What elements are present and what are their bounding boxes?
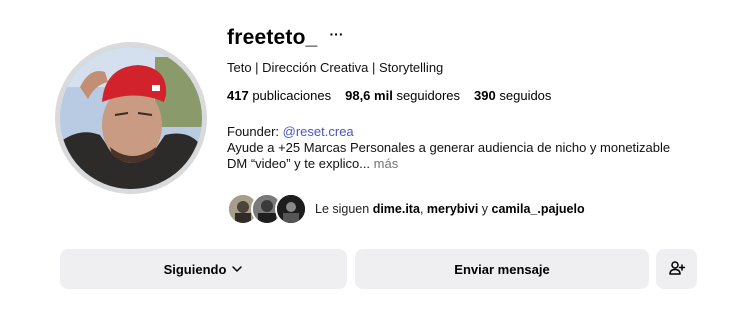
add-person-icon bbox=[668, 260, 685, 279]
followers-count: 98,6 mil bbox=[345, 88, 393, 103]
chevron-down-icon bbox=[231, 263, 243, 275]
profile-subtitle: Teto | Dirección Creativa | Storytelling bbox=[227, 60, 444, 75]
followers-label: seguidores bbox=[396, 88, 461, 103]
posts-label: publicaciones bbox=[252, 88, 332, 103]
followed-by-row[interactable]: Le siguen dime.ita, merybivi y camila_.p… bbox=[227, 193, 585, 225]
bio-line-2: Ayude a +25 Marcas Personales a generar … bbox=[227, 140, 671, 155]
send-message-button[interactable]: Enviar mensaje bbox=[355, 249, 649, 289]
posts-count: 417 bbox=[227, 88, 249, 103]
followed-by-text: Le siguen dime.ita, merybivi y camila_.p… bbox=[315, 202, 585, 216]
bio-more-link[interactable]: más bbox=[374, 156, 399, 171]
posts-stat: 417 publicaciones bbox=[227, 88, 331, 103]
bio-line-3: DM “video” y te explico... más bbox=[227, 156, 697, 172]
following-button[interactable]: Siguiendo bbox=[60, 249, 347, 289]
followed-by-avatars bbox=[227, 193, 309, 225]
send-message-button-label: Enviar mensaje bbox=[454, 261, 550, 277]
bio-line-3-text: DM “video” y te explico... bbox=[227, 156, 371, 171]
following-stat[interactable]: 390 seguidos bbox=[474, 88, 551, 103]
founder-link[interactable]: @reset.crea bbox=[283, 124, 354, 139]
followed-by-prefix: Le siguen bbox=[315, 202, 373, 216]
profile-avatar-ring[interactable] bbox=[55, 42, 207, 194]
profile-avatar[interactable] bbox=[60, 47, 202, 189]
followers-stat[interactable]: 98,6 mil seguidores bbox=[345, 88, 460, 103]
founder-label: Founder: bbox=[227, 124, 283, 139]
followed-by-user-2[interactable]: merybivi bbox=[427, 202, 478, 216]
profile-page: freeteto_ ··· Teto | Dirección Creativa … bbox=[0, 0, 731, 322]
following-button-label: Siguiendo bbox=[163, 261, 227, 277]
followed-by-user-3[interactable]: camila_.pajuelo bbox=[492, 202, 585, 216]
profile-username: freeteto_ bbox=[227, 26, 318, 49]
following-label: seguidos bbox=[499, 88, 552, 103]
profile-bio: Founder: @reset.crea Ayude a +25 Marcas … bbox=[227, 124, 697, 172]
bio-line-1: Founder: @reset.crea bbox=[227, 124, 697, 140]
following-count: 390 bbox=[474, 88, 496, 103]
followed-by-separator: y bbox=[478, 202, 492, 216]
follower-avatar bbox=[275, 193, 307, 225]
suggested-users-button[interactable] bbox=[656, 249, 697, 289]
more-options-icon[interactable]: ··· bbox=[330, 27, 344, 41]
username-row: freeteto_ ··· bbox=[227, 26, 344, 50]
followed-by-user-1[interactable]: dime.ita bbox=[373, 202, 420, 216]
followed-by-separator: , bbox=[419, 202, 427, 216]
profile-stats: 417 publicaciones 98,6 mil seguidores 39… bbox=[227, 88, 551, 103]
